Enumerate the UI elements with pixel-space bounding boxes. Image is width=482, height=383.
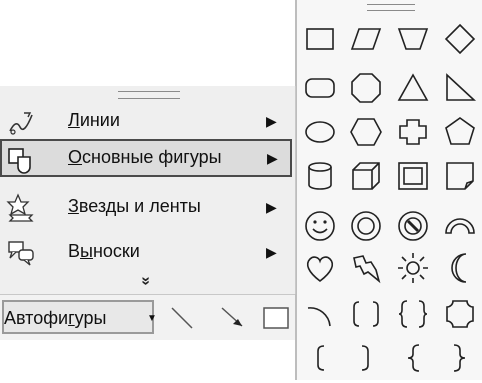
shape-arc-icon[interactable]	[300, 294, 340, 334]
document-area	[0, 340, 295, 380]
shape-double-brace-icon[interactable]	[393, 294, 433, 334]
shape-hexagon-icon[interactable]	[346, 112, 386, 152]
shape-oval-icon[interactable]	[300, 112, 340, 152]
shape-cross-icon[interactable]	[393, 112, 433, 152]
stars-banners-icon	[6, 193, 36, 223]
submenu-arrow-icon: ▶	[266, 113, 277, 129]
expand-menu-chevron-icon[interactable]: »	[136, 277, 154, 286]
line-tool-icon[interactable]	[168, 304, 196, 332]
shape-right-brace-icon[interactable]	[440, 338, 480, 378]
menu-item-basic-shapes[interactable]: Основные фигуры ▶	[0, 139, 292, 177]
submenu-arrow-icon: ▶	[267, 150, 278, 166]
shape-lightning-bolt-icon[interactable]	[346, 248, 386, 288]
arrow-tool-icon[interactable]	[218, 304, 248, 332]
shape-block-arc-icon[interactable]	[440, 206, 480, 246]
palette-grip[interactable]	[367, 4, 415, 11]
menu-item-stars-banners[interactable]: Звезды и ленты ▶	[0, 189, 295, 227]
shape-rounded-rectangle-icon[interactable]	[300, 68, 340, 108]
submenu-arrow-icon: ▶	[266, 244, 277, 260]
lines-icon	[6, 107, 36, 137]
shape-trapezoid-icon[interactable]	[393, 19, 433, 59]
shape-parallelogram-icon[interactable]	[346, 19, 386, 59]
menu-item-lines[interactable]: Линии ▶	[0, 103, 295, 141]
shape-double-bracket-icon[interactable]	[346, 294, 386, 334]
shape-left-bracket-icon[interactable]	[300, 338, 340, 378]
dropdown-caret-icon: ▼	[147, 313, 157, 324]
submenu-arrow-icon: ▶	[266, 199, 277, 215]
menu-grip[interactable]	[118, 91, 180, 99]
shape-donut-icon[interactable]	[346, 206, 386, 246]
callouts-icon	[6, 238, 36, 268]
menu-item-callouts[interactable]: Выноски ▶	[0, 234, 295, 272]
shape-no-symbol-icon[interactable]	[393, 206, 433, 246]
rectangle-tool-icon[interactable]	[262, 305, 290, 331]
shape-left-brace-icon[interactable]	[393, 338, 433, 378]
shape-sun-icon[interactable]	[393, 248, 433, 288]
shape-moon-icon[interactable]	[440, 248, 480, 288]
shape-plaque-icon[interactable]	[440, 294, 480, 334]
basic-shapes-icon	[6, 144, 36, 174]
shape-right-triangle-icon[interactable]	[440, 68, 480, 108]
shape-folded-corner-icon[interactable]	[440, 156, 480, 196]
shape-smiley-face-icon[interactable]	[300, 206, 340, 246]
shape-octagon-icon[interactable]	[346, 68, 386, 108]
autoshapes-button[interactable]: Автофигуры ▼	[2, 300, 157, 334]
shape-diamond-icon[interactable]	[440, 19, 480, 59]
shape-right-bracket-icon[interactable]	[346, 338, 386, 378]
shape-can-icon[interactable]	[300, 156, 340, 196]
shape-cube-icon[interactable]	[346, 156, 386, 196]
shape-bevel-icon[interactable]	[393, 156, 433, 196]
shape-triangle-icon[interactable]	[393, 68, 433, 108]
shape-heart-icon[interactable]	[300, 248, 340, 288]
shape-pentagon-icon[interactable]	[440, 112, 480, 152]
shape-rectangle-icon[interactable]	[300, 19, 340, 59]
